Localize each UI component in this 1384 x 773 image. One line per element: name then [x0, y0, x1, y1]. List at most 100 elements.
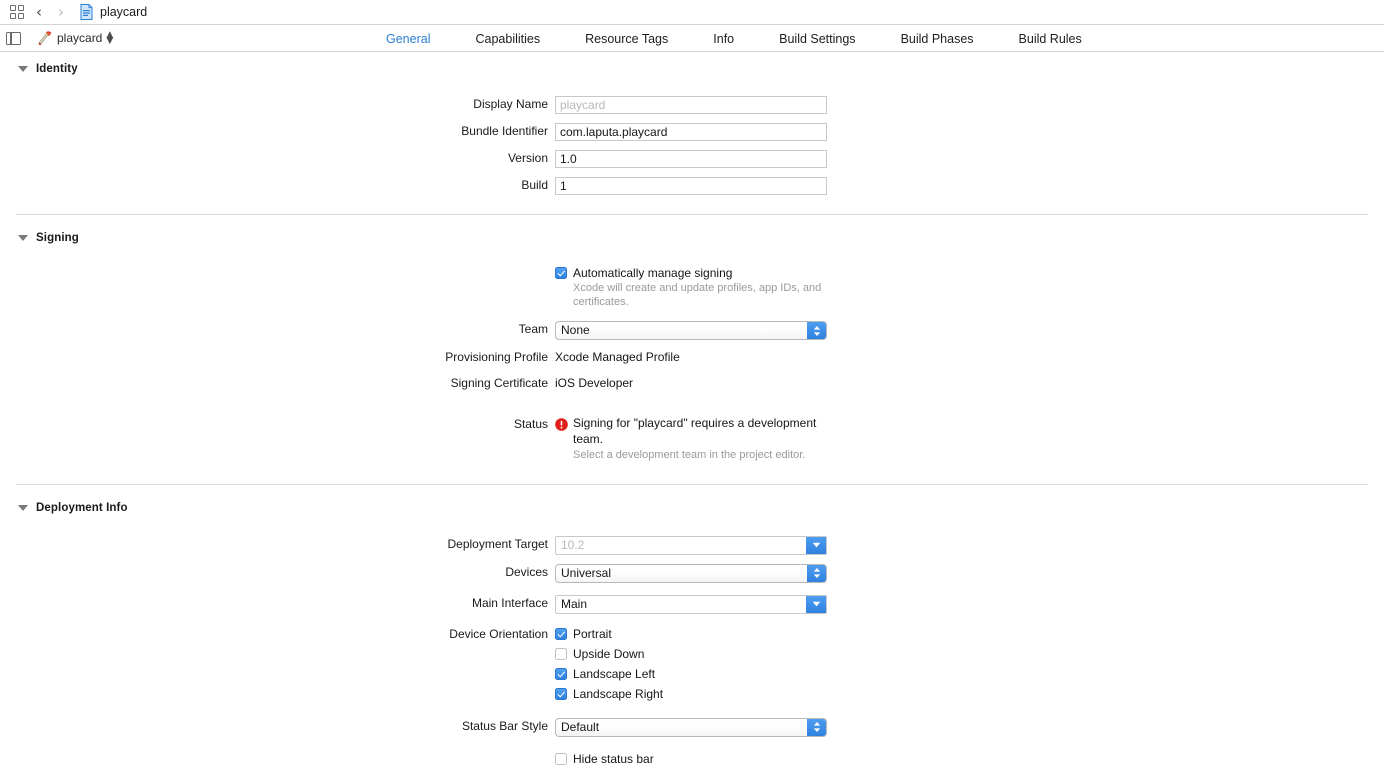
team-value: None	[561, 323, 590, 337]
bundle-identifier-input[interactable]	[555, 123, 827, 141]
field-row-extra-options: Hide status bar Requires full screen	[0, 751, 1384, 773]
field-row-status-bar-style: Status Bar Style Default	[0, 717, 1384, 737]
hide-status-bar-checkbox[interactable]	[555, 752, 567, 765]
section-divider	[16, 214, 1368, 215]
field-row-version: Version	[0, 150, 1384, 168]
field-row-provisioning-profile: Provisioning Profile Xcode Managed Profi…	[0, 349, 1384, 366]
breadcrumb-title: playcard	[100, 5, 148, 19]
field-row-team: Team None	[0, 321, 1384, 340]
field-row-main-interface: Main Interface Main	[0, 594, 1384, 614]
deployment-target-combo[interactable]: 10.2	[555, 535, 827, 555]
updown-chevron-icon	[807, 564, 826, 582]
section-title: Deployment Info	[36, 501, 128, 514]
back-button[interactable]: ‹	[28, 2, 50, 22]
orientation-upside-down-row[interactable]: Upside Down	[555, 646, 827, 662]
error-icon	[555, 418, 568, 431]
team-select[interactable]: None	[555, 321, 827, 340]
team-label: Team	[518, 322, 548, 336]
signing-certificate-value: iOS Developer	[555, 376, 634, 390]
tab-build-rules[interactable]: Build Rules	[1019, 32, 1082, 46]
main-interface-value: Main	[561, 596, 588, 611]
devices-label: Devices	[505, 564, 548, 579]
disclosure-triangle-icon[interactable]	[18, 66, 28, 72]
section-header-deployment-info[interactable]: Deployment Info	[0, 498, 1384, 518]
section-divider	[16, 483, 1368, 485]
tab-general[interactable]: General	[386, 32, 430, 46]
section-title: Signing	[36, 232, 79, 244]
updown-chevron-icon	[807, 718, 826, 736]
forward-button[interactable]: ›	[50, 2, 72, 22]
chevron-left-icon: ‹	[36, 2, 42, 21]
sidebar-toggle-icon[interactable]	[6, 31, 21, 45]
orientation-landscape-right-checkbox[interactable]	[555, 687, 567, 700]
deployment-target-label: Deployment Target	[447, 536, 549, 551]
build-input[interactable]	[555, 177, 827, 195]
hide-status-bar-row[interactable]: Hide status bar	[555, 751, 827, 767]
status-label: Status	[513, 417, 548, 431]
orientation-landscape-right-row[interactable]: Landscape Right	[555, 686, 827, 702]
updown-chevron-icon	[807, 322, 826, 339]
field-row-auto-manage-signing: Automatically manage signing Xcode will …	[0, 265, 1384, 309]
devices-value: Universal	[561, 565, 612, 580]
tab-build-settings[interactable]: Build Settings	[779, 32, 855, 46]
tab-info[interactable]: Info	[713, 32, 734, 46]
field-row-deployment-target: Deployment Target 10.2	[0, 535, 1384, 555]
top-toolbar: ‹ › playcard	[0, 0, 1384, 25]
status-detail: Select a development team in the project…	[573, 449, 806, 461]
document-icon	[80, 4, 93, 20]
jump-bar: playcard ▲ ▼ General Capabilities Resourc…	[0, 25, 1384, 52]
chevron-right-icon: ›	[58, 2, 64, 21]
version-input[interactable]	[555, 150, 827, 168]
orientation-portrait-row[interactable]: Portrait	[555, 626, 827, 642]
bundle-identifier-label: Bundle Identifier	[461, 124, 548, 138]
orientation-landscape-right-label: Landscape Right	[573, 686, 664, 701]
status-bar-style-label: Status Bar Style	[461, 718, 548, 733]
orientation-portrait-label: Portrait	[573, 626, 612, 641]
status-bar-style-value: Default	[561, 719, 600, 734]
disclosure-triangle-icon[interactable]	[18, 504, 28, 511]
grid-icon	[10, 5, 24, 19]
hide-status-bar-label: Hide status bar	[573, 751, 654, 766]
orientation-upside-down-label: Upside Down	[573, 646, 645, 661]
devices-select[interactable]: Universal	[555, 563, 827, 583]
general-settings-pane: Identity Display Name Bundle Identifier …	[0, 52, 1384, 773]
field-row-device-orientation: Device Orientation Portrait Upside Down …	[0, 626, 1384, 703]
orientation-upside-down-checkbox[interactable]	[555, 647, 567, 660]
field-row-devices: Devices Universal	[0, 563, 1384, 583]
chevron-down-icon	[806, 595, 826, 613]
build-label: Build	[521, 178, 548, 192]
tab-build-phases[interactable]: Build Phases	[901, 32, 974, 46]
tab-capabilities[interactable]: Capabilities	[475, 32, 540, 46]
version-label: Version	[507, 151, 548, 165]
orientation-portrait-checkbox[interactable]	[555, 627, 567, 640]
display-name-label: Display Name	[473, 97, 548, 111]
section-header-identity[interactable]: Identity	[0, 59, 1384, 79]
orientation-landscape-left-checkbox[interactable]	[555, 667, 567, 680]
main-interface-combo[interactable]: Main	[555, 594, 827, 614]
section-header-signing[interactable]: Signing	[0, 228, 1384, 248]
xcode-target-icon	[37, 30, 53, 46]
field-row-status: Status Signing for "playcard" requires a…	[0, 416, 1384, 463]
updown-stepper-icon[interactable]: ▲ ▼	[106, 31, 113, 46]
provisioning-profile-value: Xcode Managed Profile	[555, 350, 680, 364]
disclosure-triangle-icon[interactable]	[18, 235, 28, 241]
status-bar-style-select[interactable]: Default	[555, 717, 827, 737]
field-row-signing-certificate: Signing Certificate iOS Developer	[0, 375, 1384, 392]
target-name-label: playcard	[57, 31, 103, 45]
deployment-target-value: 10.2	[561, 537, 585, 552]
device-orientation-label: Device Orientation	[449, 626, 548, 641]
orientation-landscape-left-label: Landscape Left	[573, 666, 656, 681]
auto-manage-signing-checkbox-row[interactable]: Automatically manage signing	[555, 265, 840, 281]
grid-view-button[interactable]	[6, 2, 28, 22]
main-interface-label: Main Interface	[471, 595, 548, 610]
tab-resource-tags[interactable]: Resource Tags	[585, 32, 668, 46]
auto-manage-signing-label: Automatically manage signing	[573, 266, 733, 280]
display-name-input[interactable]	[555, 96, 827, 114]
status-message: Signing for "playcard" requires a develo…	[573, 416, 817, 446]
field-row-bundle-identifier: Bundle Identifier	[0, 123, 1384, 141]
signing-certificate-label: Signing Certificate	[450, 376, 548, 390]
auto-manage-signing-note: Xcode will create and update profiles, a…	[573, 282, 822, 308]
field-row-display-name: Display Name	[0, 96, 1384, 114]
orientation-landscape-left-row[interactable]: Landscape Left	[555, 666, 827, 682]
auto-manage-signing-checkbox[interactable]	[555, 267, 567, 279]
